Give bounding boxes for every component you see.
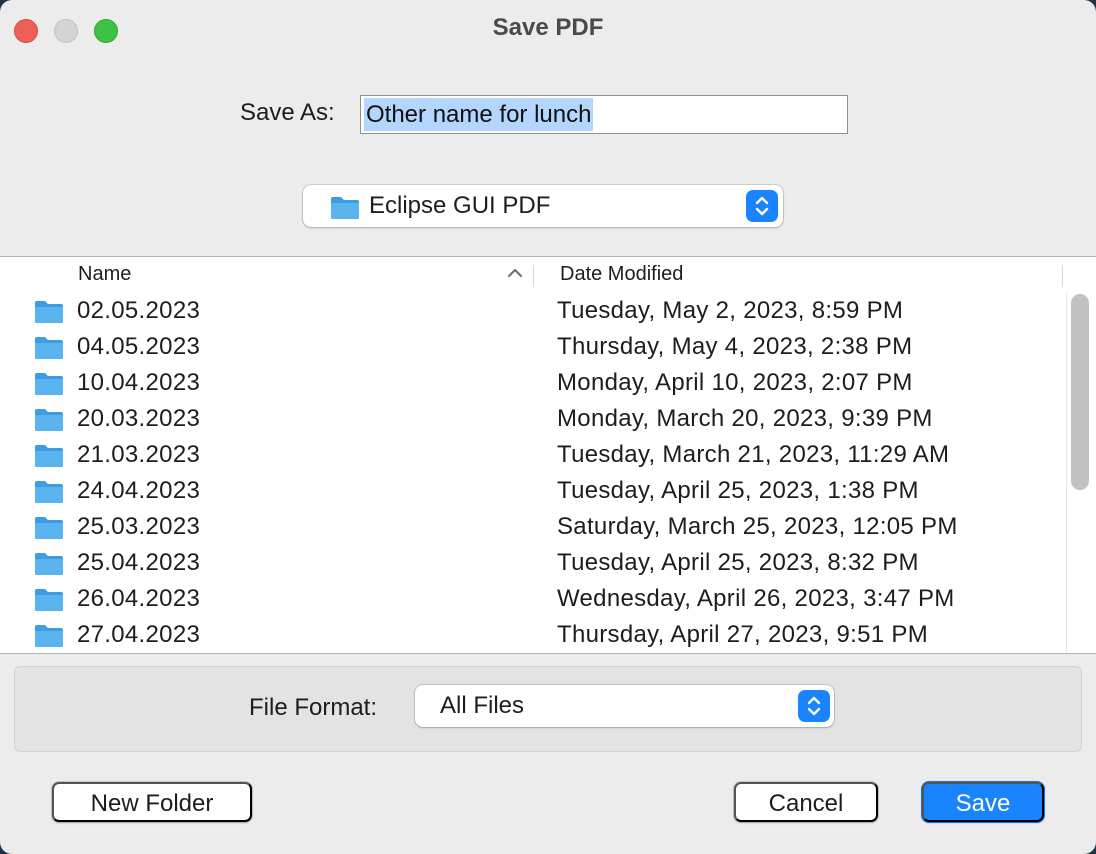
name-column-header[interactable]: Name	[78, 263, 131, 286]
file-name: 25.03.2023	[77, 513, 201, 540]
cancel-button[interactable]: Cancel	[734, 782, 878, 822]
folder-icon	[34, 442, 64, 473]
folder-icon	[34, 622, 64, 653]
table-row[interactable]: 27.04.2023 Thursday, April 27, 2023, 9:51…	[0, 617, 1066, 653]
file-name: 20.03.2023	[77, 405, 201, 432]
file-format-label: File Format:	[249, 694, 378, 721]
column-divider	[1062, 265, 1063, 287]
file-date-modified: Tuesday, April 25, 2023, 8:32 PM	[557, 549, 919, 576]
file-name: 02.05.2023	[77, 297, 201, 324]
folder-icon	[34, 514, 64, 545]
file-name: 27.04.2023	[77, 621, 201, 648]
scrollbar-thumb[interactable]	[1071, 294, 1089, 490]
file-name: 21.03.2023	[77, 441, 201, 468]
location-popup[interactable]: Eclipse GUI PDF	[303, 185, 783, 227]
table-row[interactable]: 25.03.2023 Saturday, March 25, 2023, 12:0…	[0, 509, 1066, 545]
save-as-input[interactable]	[360, 95, 848, 134]
column-divider[interactable]	[533, 265, 534, 287]
file-list: Name Date Modified 02.05.2023 Tuesday, Ma…	[0, 256, 1096, 654]
file-name: 26.04.2023	[77, 585, 201, 612]
folder-icon	[34, 334, 64, 365]
file-date-modified: Wednesday, April 26, 2023, 3:47 PM	[557, 585, 955, 612]
sort-ascending-icon[interactable]	[506, 265, 524, 284]
date-modified-column-header[interactable]: Date Modified	[560, 263, 683, 286]
file-name: 25.04.2023	[77, 549, 201, 576]
file-name: 10.04.2023	[77, 369, 201, 396]
table-row[interactable]: 26.04.2023 Wednesday, April 26, 2023, 3:4…	[0, 581, 1066, 617]
table-row[interactable]: 02.05.2023 Tuesday, May 2, 2023, 8:59 PM	[0, 293, 1066, 329]
chevron-up-down-icon	[798, 690, 830, 722]
save-pdf-dialog: Save PDF Save As: Other name for lunch E…	[0, 0, 1096, 854]
file-format-popup[interactable]: All Files	[415, 685, 834, 727]
save-button[interactable]: Save	[922, 782, 1044, 822]
file-date-modified: Tuesday, April 25, 2023, 1:38 PM	[557, 477, 919, 504]
save-as-label: Save As:	[240, 99, 335, 126]
file-date-modified: Tuesday, May 2, 2023, 8:59 PM	[557, 297, 904, 324]
table-row[interactable]: 25.04.2023 Tuesday, April 25, 2023, 8:32 …	[0, 545, 1066, 581]
table-row[interactable]: 20.03.2023 Monday, March 20, 2023, 9:39 P…	[0, 401, 1066, 437]
folder-icon	[34, 478, 64, 509]
folder-icon	[34, 298, 64, 329]
table-row[interactable]: 24.04.2023 Tuesday, April 25, 2023, 1:38 …	[0, 473, 1066, 509]
folder-icon	[34, 586, 64, 617]
folder-icon	[330, 194, 360, 225]
folder-icon	[34, 406, 64, 437]
new-folder-button[interactable]: New Folder	[52, 782, 252, 822]
chevron-up-down-icon	[746, 190, 778, 222]
file-date-modified: Saturday, March 25, 2023, 12:05 PM	[557, 513, 958, 540]
file-date-modified: Monday, March 20, 2023, 9:39 PM	[557, 405, 933, 432]
file-date-modified: Tuesday, March 21, 2023, 11:29 AM	[557, 441, 950, 468]
title-bar: Save PDF	[0, 0, 1096, 58]
location-label: Eclipse GUI PDF	[369, 192, 551, 219]
table-row[interactable]: 10.04.2023 Monday, April 10, 2023, 2:07 P…	[0, 365, 1066, 401]
file-name: 04.05.2023	[77, 333, 201, 360]
table-row[interactable]: 21.03.2023 Tuesday, March 21, 2023, 11:29…	[0, 437, 1066, 473]
file-format-value: All Files	[440, 692, 525, 719]
folder-icon	[34, 550, 64, 581]
table-row[interactable]: 04.05.2023 Thursday, May 4, 2023, 2:38 PM	[0, 329, 1066, 365]
file-date-modified: Monday, April 10, 2023, 2:07 PM	[557, 369, 913, 396]
folder-icon	[34, 370, 64, 401]
file-name: 24.04.2023	[77, 477, 201, 504]
file-date-modified: Thursday, April 27, 2023, 9:51 PM	[557, 621, 928, 648]
file-date-modified: Thursday, May 4, 2023, 2:38 PM	[557, 333, 913, 360]
window-title: Save PDF	[492, 14, 604, 41]
file-rows: 02.05.2023 Tuesday, May 2, 2023, 8:59 PM 0…	[0, 293, 1066, 653]
